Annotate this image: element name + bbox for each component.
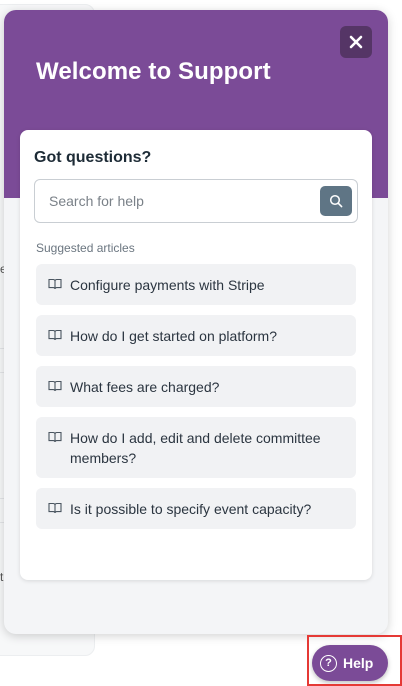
search-button[interactable] bbox=[320, 186, 352, 216]
support-widget: Welcome to Support Got questions? Sugges… bbox=[4, 10, 388, 634]
book-icon bbox=[48, 329, 62, 341]
book-icon bbox=[48, 431, 62, 443]
article-label: Configure payments with Stripe bbox=[70, 277, 265, 293]
article-item[interactable]: What fees are charged? bbox=[36, 366, 356, 407]
article-label: How do I get started on platform? bbox=[70, 328, 277, 344]
article-item[interactable]: Is it possible to specify event capacity… bbox=[36, 488, 356, 529]
article-list: Configure payments with Stripe How do I … bbox=[36, 264, 356, 539]
card-title: Got questions? bbox=[34, 149, 152, 166]
suggested-articles-label: Suggested articles bbox=[36, 241, 135, 255]
article-item[interactable]: How do I get started on platform? bbox=[36, 315, 356, 356]
widget-title: Welcome to Support bbox=[36, 58, 271, 85]
article-label: Is it possible to specify event capacity… bbox=[70, 501, 312, 517]
search-icon bbox=[329, 194, 343, 208]
help-launcher-button[interactable]: ? Help bbox=[312, 645, 388, 681]
search-box bbox=[34, 179, 358, 223]
article-label: What fees are charged? bbox=[70, 379, 220, 395]
search-input[interactable] bbox=[35, 180, 315, 222]
help-label: Help bbox=[343, 655, 374, 671]
article-item[interactable]: How do I add, edit and delete committee … bbox=[36, 417, 356, 478]
book-icon bbox=[48, 502, 62, 514]
close-icon bbox=[349, 35, 363, 49]
article-label: How do I add, edit and delete committee … bbox=[70, 430, 321, 466]
book-icon bbox=[48, 278, 62, 290]
question-circle-icon: ? bbox=[320, 654, 337, 672]
background-text-fragment: t bbox=[0, 570, 4, 584]
book-icon bbox=[48, 380, 62, 392]
close-button[interactable] bbox=[340, 26, 372, 58]
article-item[interactable]: Configure payments with Stripe bbox=[36, 264, 356, 305]
questions-card: Got questions? Suggested articles Config… bbox=[20, 130, 372, 580]
